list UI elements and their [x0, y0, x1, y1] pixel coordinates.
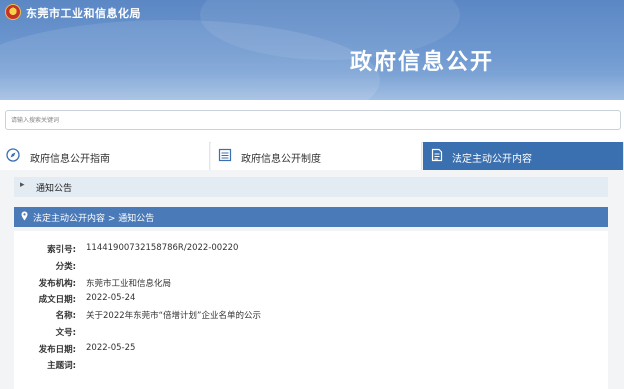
tab-label: 法定主动公开内容	[452, 154, 532, 165]
search-bar	[0, 100, 624, 143]
location-pin-icon	[21, 211, 28, 221]
breadcrumb: 法定主动公开内容 > 通知公告	[14, 207, 608, 227]
site-title[interactable]: 东莞市工业和信息化局	[26, 5, 141, 21]
info-row-name: 名称: 关于2022年东莞市“倍增计划”企业名单的公示	[14, 309, 608, 325]
document-info-card: 索引号: 11441900732158786R/2022-00220 分类: 发…	[14, 231, 608, 389]
info-label: 发布日期:	[38, 345, 76, 355]
info-value: 2022-05-24	[86, 293, 136, 303]
tab-label: 政府信息公开制度	[241, 154, 321, 165]
tab-bar: 政府信息公开指南 政府信息公开制度 法定主动公开内容	[0, 142, 624, 170]
info-label: 分类:	[55, 262, 76, 272]
info-row-doc-number: 文号:	[14, 326, 608, 342]
search-input[interactable]	[5, 110, 621, 130]
info-value: 11441900732158786R/2022-00220	[86, 243, 239, 253]
info-row-index-number: 索引号: 11441900732158786R/2022-00220	[14, 243, 608, 259]
tab-disclosure-guide[interactable]: 政府信息公开指南	[0, 142, 210, 170]
info-row-publisher: 发布机构: 东莞市工业和信息化局	[14, 277, 608, 293]
info-row-publish-date: 发布日期: 2022-05-25	[14, 343, 608, 359]
document-icon	[431, 148, 443, 162]
info-row-category: 分类:	[14, 260, 608, 276]
tab-disclosure-system[interactable]: 政府信息公开制度	[211, 142, 422, 170]
document-list-icon	[218, 148, 232, 162]
compass-icon	[6, 148, 20, 162]
info-label: 成文日期:	[38, 295, 76, 305]
header-banner: 东莞市工业和信息化局 政府信息公开	[0, 0, 624, 100]
national-emblem-icon	[5, 4, 21, 20]
banner-title: 政府信息公开	[350, 50, 495, 75]
notice-section-header[interactable]: ▸ 通知公告	[14, 177, 608, 197]
notice-label: 通知公告	[36, 184, 73, 194]
info-value: 东莞市工业和信息化局	[86, 279, 172, 289]
info-label: 主题词:	[47, 361, 76, 371]
info-row-keywords: 主题词:	[14, 359, 608, 375]
info-label: 发布机构:	[38, 279, 76, 289]
info-row-written-date: 成文日期: 2022-05-24	[14, 293, 608, 309]
breadcrumb-text[interactable]: 法定主动公开内容 > 通知公告	[33, 211, 154, 224]
tab-label: 政府信息公开指南	[30, 154, 110, 165]
banner-skyline	[0, 74, 624, 100]
info-value: 2022-05-25	[86, 343, 136, 353]
info-value: 关于2022年东莞市“倍增计划”企业名单的公示	[86, 311, 261, 321]
chevron-right-icon: ▸	[20, 180, 25, 190]
tab-statutory-content[interactable]: 法定主动公开内容	[423, 142, 624, 170]
info-label: 名称:	[55, 311, 76, 321]
info-label: 索引号:	[47, 245, 76, 255]
info-label: 文号:	[55, 328, 76, 338]
